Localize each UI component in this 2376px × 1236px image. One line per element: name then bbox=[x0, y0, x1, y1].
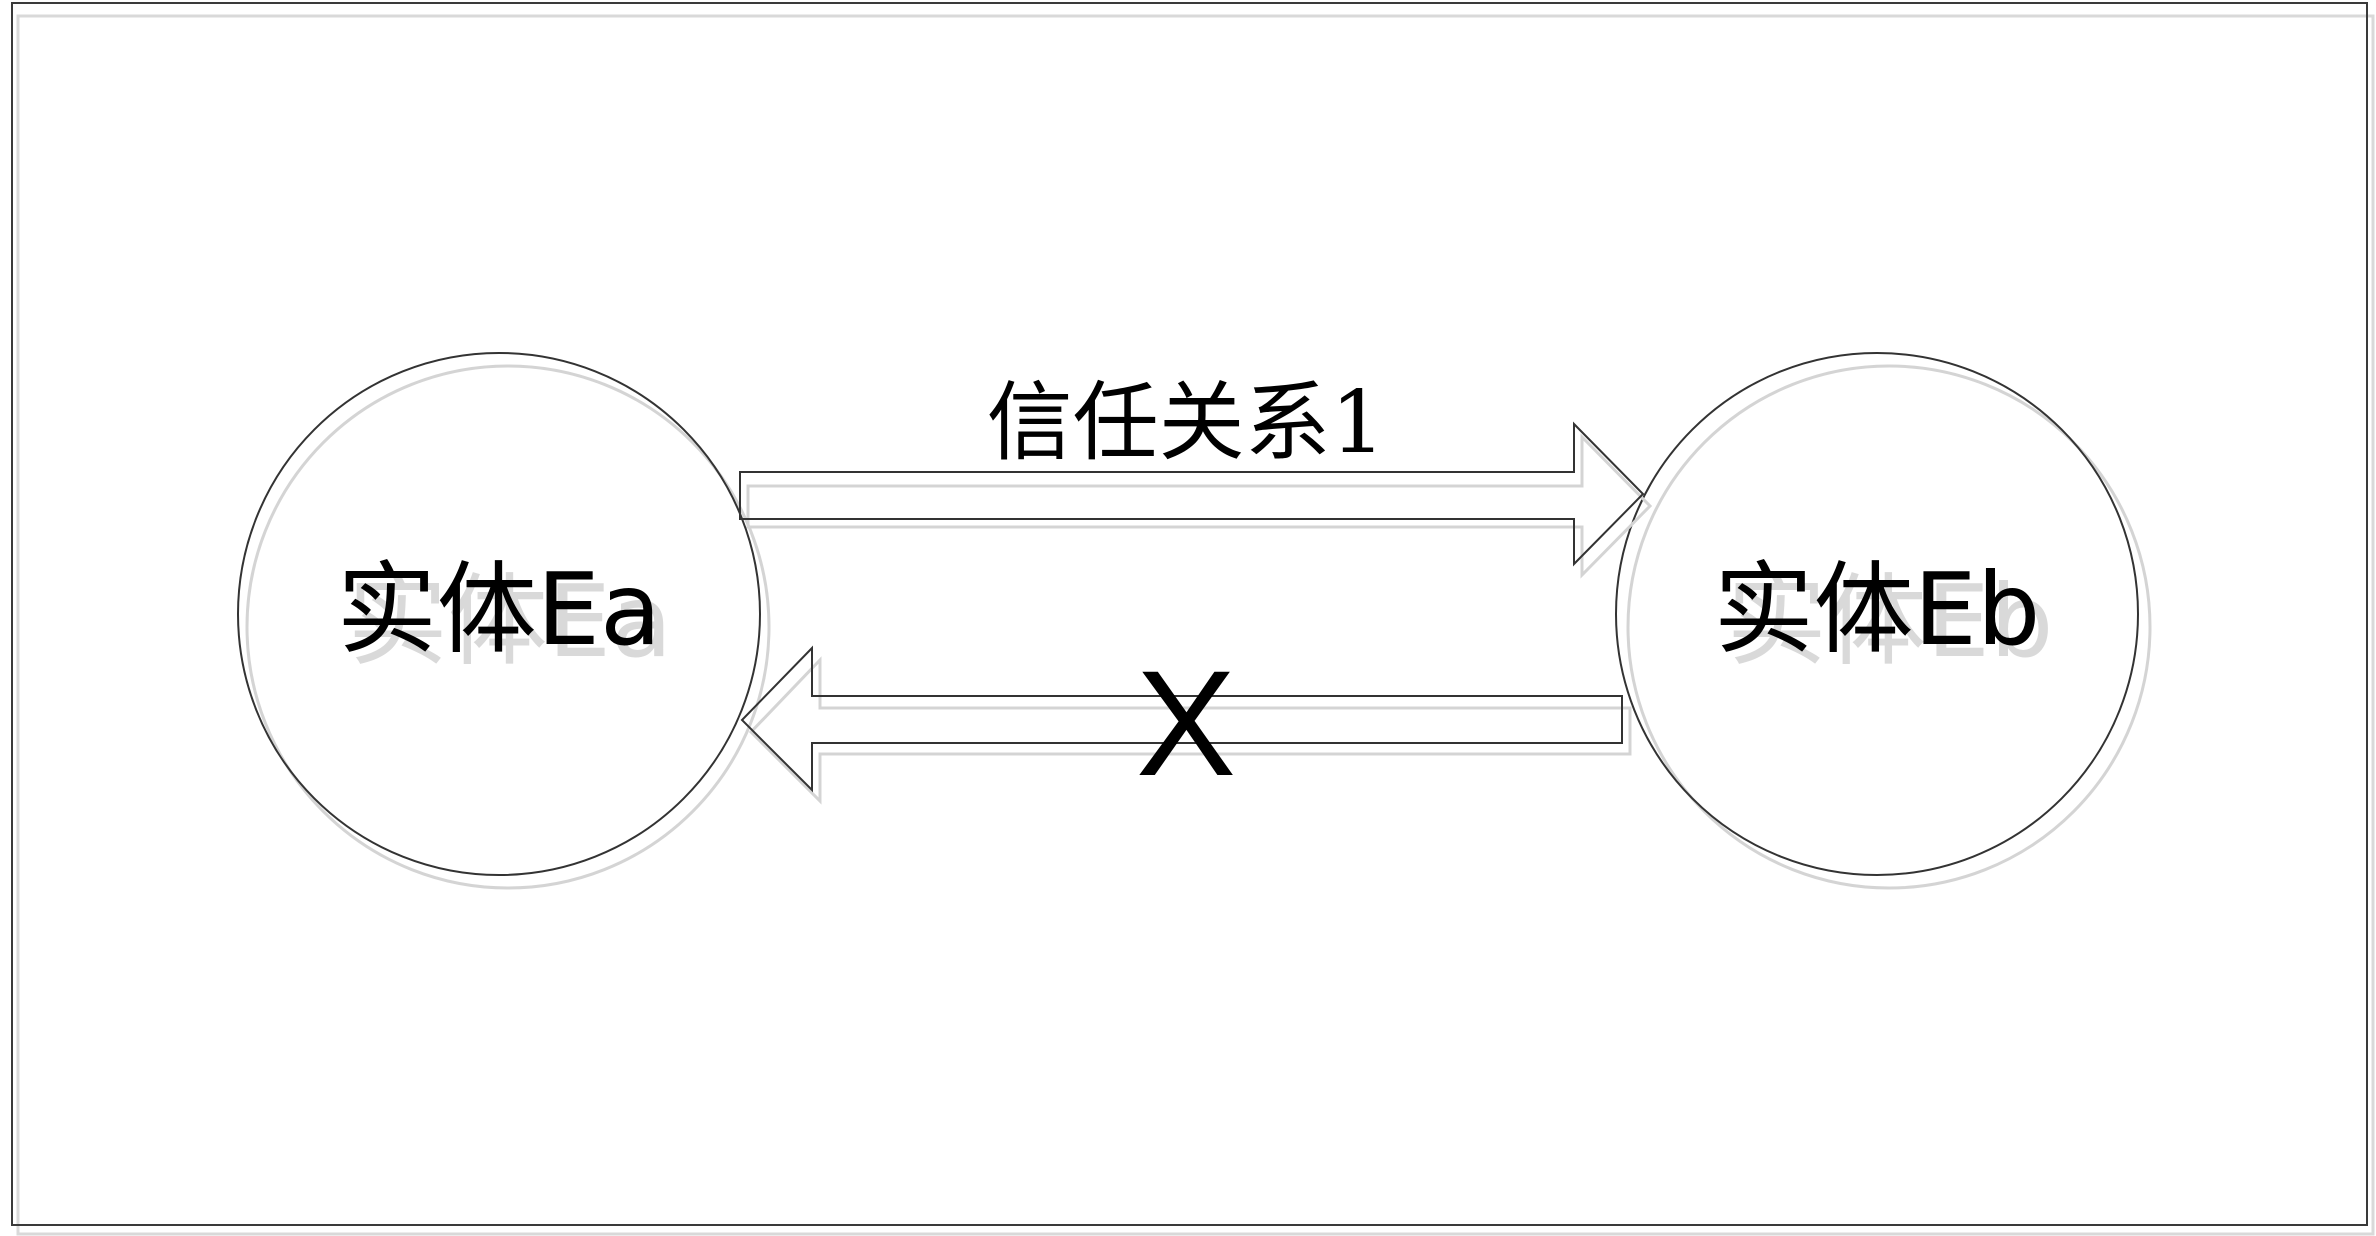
reverse-relation-arrow: X bbox=[740, 639, 1632, 807]
entity-a-label: 实体Ea bbox=[337, 551, 661, 668]
entity-a-node: 实体Ea 实体Ea bbox=[237, 352, 771, 890]
forward-relation-label: 信任关系1 bbox=[987, 373, 1386, 473]
entity-b-label: 实体Eb bbox=[1714, 551, 2041, 668]
blocked-relation-mark: X bbox=[1136, 639, 1236, 807]
forward-relation-arrow: 信任关系1 bbox=[739, 373, 1653, 579]
entity-b-node: 实体Eb 实体Eb bbox=[1615, 352, 2152, 890]
trust-relationship-diagram: 实体Ea 实体Ea 实体Eb 实体Eb 信任关系1 X bbox=[11, 2, 2375, 1236]
